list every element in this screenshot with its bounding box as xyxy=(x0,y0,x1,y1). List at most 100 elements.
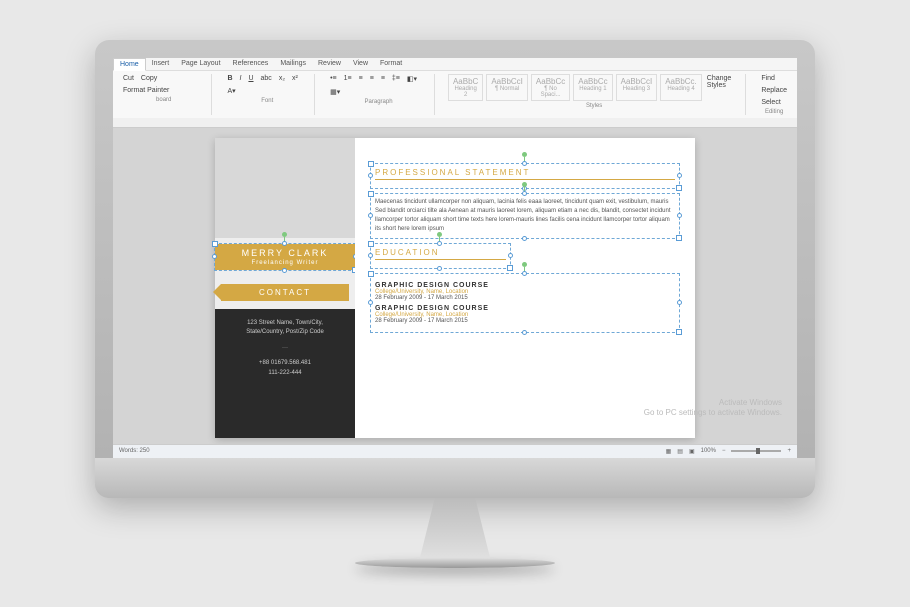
statement-body: Maecenas tincidunt ullamcorper non aliqu… xyxy=(375,198,675,234)
contact-info-block[interactable]: 123 Street Name, Town/City, State/Countr… xyxy=(215,309,355,438)
zoom-out-button[interactable]: − xyxy=(722,448,726,454)
education-item: GRAPHIC DESIGN COURSE College/University… xyxy=(375,282,675,301)
borders-button[interactable]: ▦▾ xyxy=(328,87,342,97)
styles-gallery[interactable]: AaBbCHeading 2 AaBbCcI¶ Normal AaBbCc¶ N… xyxy=(448,74,740,101)
resize-handle-icon[interactable] xyxy=(437,241,442,246)
rotate-handle-icon[interactable] xyxy=(437,232,442,237)
view-reading-icon[interactable]: ▤ xyxy=(677,448,683,455)
horizontal-ruler[interactable] xyxy=(113,118,797,128)
resize-handle-icon[interactable] xyxy=(522,330,527,335)
tab-page-layout[interactable]: Page Layout xyxy=(175,58,226,70)
style-item[interactable]: AaBbCc¶ No Spaci... xyxy=(531,74,570,101)
sidebar-column: MERRY CLARK Freelancing Writer CONTACT 1… xyxy=(215,138,355,438)
find-button[interactable]: Find xyxy=(759,74,777,83)
strike-button[interactable]: abc xyxy=(259,74,274,83)
line-spacing-button[interactable]: ‡≡ xyxy=(390,74,402,83)
name-banner-textbox[interactable]: MERRY CLARK Freelancing Writer xyxy=(215,244,355,270)
style-item[interactable]: AaBbCcIHeading 3 xyxy=(616,74,658,101)
photo-placeholder[interactable] xyxy=(215,138,355,238)
style-item[interactable]: AaBbCHeading 2 xyxy=(448,74,483,101)
resize-handle-icon[interactable] xyxy=(677,173,682,178)
resize-handle-icon[interactable] xyxy=(522,236,527,241)
statement-body-textbox[interactable]: Maecenas tincidunt ullamcorper non aliqu… xyxy=(371,194,679,238)
tab-review[interactable]: Review xyxy=(312,58,347,70)
screen: Home Insert Page Layout References Maili… xyxy=(113,58,797,458)
monitor-stand-base xyxy=(355,558,555,568)
replace-button[interactable]: Replace xyxy=(759,86,789,95)
resize-handle-icon[interactable] xyxy=(212,254,217,259)
style-item[interactable]: AaBbCcHeading 1 xyxy=(573,74,612,101)
tab-home[interactable]: Home xyxy=(113,58,146,71)
zoom-slider[interactable] xyxy=(731,450,781,452)
resize-handle-icon[interactable] xyxy=(368,173,373,178)
course-name: GRAPHIC DESIGN COURSE xyxy=(375,305,675,312)
contact-banner[interactable]: CONTACT xyxy=(221,284,349,301)
sub-button[interactable]: x₂ xyxy=(277,74,287,83)
imac-monitor: Home Insert Page Layout References Maili… xyxy=(95,40,815,568)
resume-subtitle: Freelancing Writer xyxy=(219,260,351,266)
group-styles: AaBbCHeading 2 AaBbCcI¶ Normal AaBbCc¶ N… xyxy=(443,74,746,115)
bullets-button[interactable]: •≡ xyxy=(328,74,339,83)
bold-button[interactable]: B xyxy=(225,74,234,83)
monitor-chin xyxy=(95,458,815,498)
clipboard-label: board xyxy=(156,97,171,103)
cut-button[interactable]: Cut xyxy=(121,74,136,83)
word-count[interactable]: Words: 250 xyxy=(119,448,150,454)
copy-button[interactable]: Copy xyxy=(139,74,159,83)
zoom-in-button[interactable]: + xyxy=(787,448,791,454)
style-item[interactable]: AaBbCc.Heading 4 xyxy=(660,74,702,101)
course-dates: 28 February 2009 - 17 March 2015 xyxy=(375,295,675,301)
resize-handle-icon[interactable] xyxy=(437,266,442,271)
editing-label: Editing xyxy=(765,109,783,115)
select-button[interactable]: Select xyxy=(759,98,782,107)
resize-handle-icon[interactable] xyxy=(282,268,287,273)
rotate-handle-icon[interactable] xyxy=(522,152,527,157)
align-left-button[interactable]: ≡ xyxy=(357,74,365,83)
resize-handle-icon[interactable] xyxy=(677,300,682,305)
monitor-bezel: Home Insert Page Layout References Maili… xyxy=(95,40,815,498)
tab-insert[interactable]: Insert xyxy=(146,58,176,70)
style-item[interactable]: AaBbCcI¶ Normal xyxy=(486,74,528,101)
resize-handle-icon[interactable] xyxy=(522,191,527,196)
resize-handle-icon[interactable] xyxy=(677,213,682,218)
sup-button[interactable]: x² xyxy=(290,74,300,83)
tab-mailings[interactable]: Mailings xyxy=(274,58,312,70)
rotate-handle-icon[interactable] xyxy=(282,232,287,237)
document-area[interactable]: MERRY CLARK Freelancing Writer CONTACT 1… xyxy=(113,118,797,444)
page[interactable]: MERRY CLARK Freelancing Writer CONTACT 1… xyxy=(215,138,695,438)
education-title-textbox[interactable]: EDUCATION xyxy=(371,244,510,268)
numbering-button[interactable]: 1≡ xyxy=(342,74,354,83)
font-color-button[interactable]: A▾ xyxy=(225,86,237,96)
status-bar: Words: 250 ▦ ▤ ▣ 100% − + xyxy=(113,444,797,458)
zoom-level[interactable]: 100% xyxy=(701,448,716,454)
resize-handle-icon[interactable] xyxy=(368,253,373,258)
view-web-icon[interactable]: ▣ xyxy=(689,448,695,455)
resize-handle-icon[interactable] xyxy=(522,271,527,276)
resize-handle-icon[interactable] xyxy=(508,253,513,258)
resize-handle-icon[interactable] xyxy=(282,241,287,246)
main-column: PROFESSIONAL STATEMENT Maecenas tincidun… xyxy=(355,138,695,438)
italic-button[interactable]: I xyxy=(238,74,244,83)
tab-references[interactable]: References xyxy=(227,58,275,70)
align-center-button[interactable]: ≡ xyxy=(368,74,376,83)
change-styles-button[interactable]: Change Styles xyxy=(705,74,741,101)
resume-name: MERRY CLARK xyxy=(242,248,329,258)
shading-button[interactable]: ◧▾ xyxy=(405,74,419,84)
resize-handle-icon[interactable] xyxy=(368,213,373,218)
format-painter-button[interactable]: Format Painter xyxy=(121,86,171,95)
align-right-button[interactable]: ≡ xyxy=(379,74,387,83)
tab-view[interactable]: View xyxy=(347,58,374,70)
view-print-layout-icon[interactable]: ▦ xyxy=(666,448,672,455)
resize-handle-icon[interactable] xyxy=(368,300,373,305)
resize-handle-icon[interactable] xyxy=(522,161,527,166)
course-dates: 28 February 2009 - 17 March 2015 xyxy=(375,318,675,324)
tab-format[interactable]: Format xyxy=(374,58,408,70)
group-font: B I U abc x₂ x² A▾ Font xyxy=(220,74,315,115)
rotate-handle-icon[interactable] xyxy=(522,262,527,267)
group-clipboard: Cut Copy Format Painter board xyxy=(116,74,212,115)
underline-button[interactable]: U xyxy=(246,74,255,83)
education-body-textbox[interactable]: GRAPHIC DESIGN COURSE College/University… xyxy=(371,274,679,332)
phone-text: +88 01679.568.481 xyxy=(221,359,349,369)
rotate-handle-icon[interactable] xyxy=(522,182,527,187)
course-name: GRAPHIC DESIGN COURSE xyxy=(375,282,675,289)
